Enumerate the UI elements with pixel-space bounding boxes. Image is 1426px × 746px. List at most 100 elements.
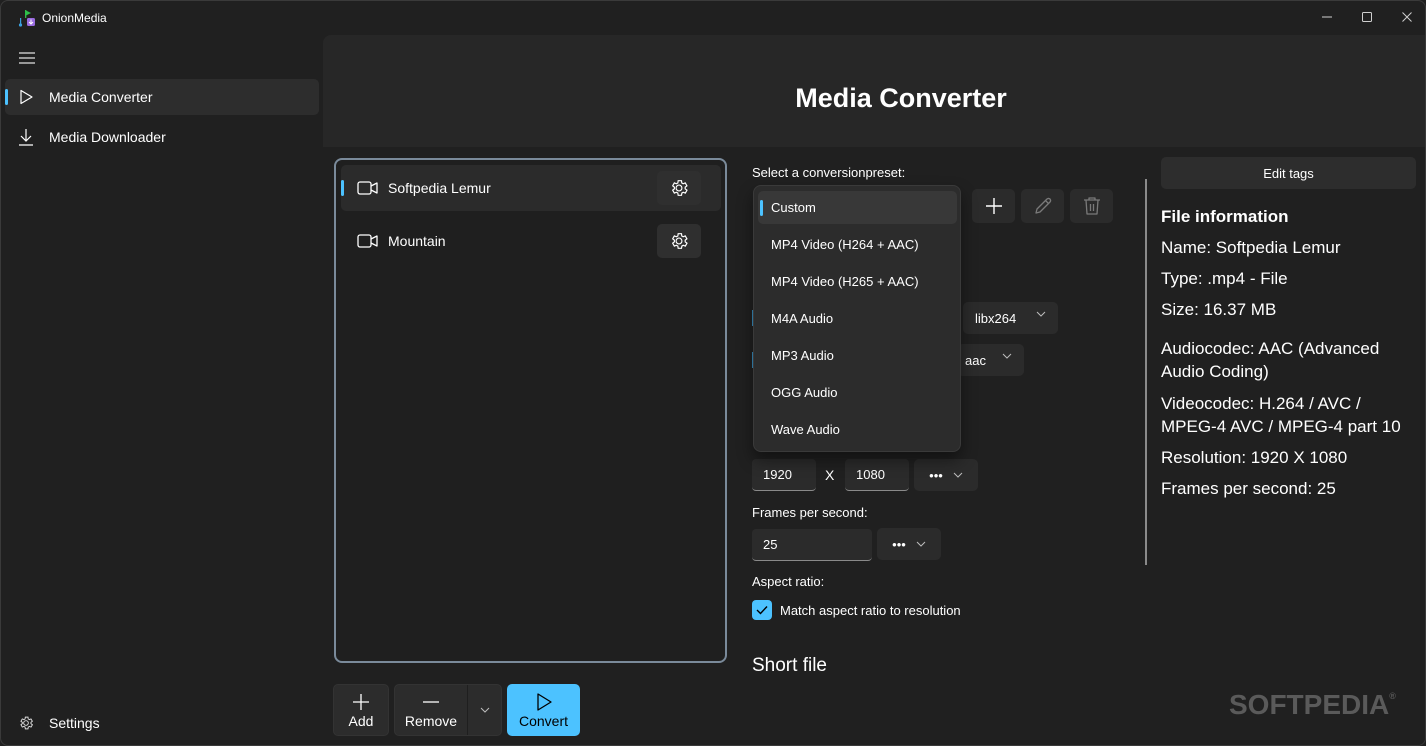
page-header: Media Converter [323, 35, 1425, 147]
convert-label: Convert [518, 712, 569, 729]
preset-option-label: MP4 Video (H265 + AAC) [771, 274, 919, 289]
more-icon: ••• [929, 467, 943, 483]
preset-option-ogg[interactable]: OGG Audio [758, 376, 957, 409]
selection-indicator [341, 180, 344, 196]
file-info-name: Name: Softpedia Lemur [1161, 238, 1341, 257]
short-file-heading: Short file [752, 655, 827, 676]
preset-option-mp3[interactable]: MP3 Audio [758, 339, 957, 372]
file-info-audiocodec: Audiocodec: AAC (Advanced Audio Coding) [1161, 339, 1380, 381]
resolution-presets-dropdown[interactable]: ••• [914, 459, 978, 491]
settings-label: Settings [49, 715, 100, 731]
more-icon: ••• [892, 536, 906, 552]
edit-preset-button[interactable] [1021, 189, 1064, 223]
download-icon [17, 128, 35, 146]
file-info-fps: Frames per second: 25 [1161, 479, 1336, 498]
sidebar-item-media-converter[interactable]: Media Converter [5, 79, 319, 115]
match-aspect-ratio-label[interactable]: Match aspect ratio to resolution [780, 603, 961, 618]
preset-option-label: Custom [771, 200, 816, 215]
remove-options-button[interactable] [468, 685, 502, 735]
maximize-icon [1362, 12, 1372, 22]
file-list-item[interactable]: Mountain [341, 218, 721, 264]
video-codec-select[interactable]: libx264 [963, 302, 1058, 334]
preset-label: Select a conversionpreset: [752, 165, 906, 180]
convert-button[interactable]: Convert [507, 684, 580, 736]
fps-input[interactable]: 25 [752, 529, 872, 561]
hamburger-icon [19, 52, 35, 64]
preset-option-m4a[interactable]: M4A Audio [758, 302, 957, 335]
preset-option-label: MP4 Video (H264 + AAC) [771, 237, 919, 252]
vertical-divider [1145, 179, 1147, 565]
delete-preset-button[interactable] [1070, 189, 1113, 223]
chevron-down-icon [480, 707, 490, 713]
file-name: Mountain [388, 233, 446, 249]
trash-icon [1083, 197, 1100, 215]
video-camera-icon [357, 234, 378, 248]
file-list-item[interactable]: Softpedia Lemur [341, 165, 721, 211]
remove-split-button: Remove [394, 684, 502, 736]
plus-icon [985, 198, 1002, 214]
resolution-height-input[interactable]: 1080 [845, 459, 909, 491]
preset-option-wave[interactable]: Wave Audio [758, 413, 957, 446]
file-name: Softpedia Lemur [388, 180, 491, 196]
sidebar-item-settings[interactable]: Settings [5, 705, 319, 741]
minimize-icon [1322, 16, 1332, 18]
chevron-down-icon [1002, 353, 1012, 359]
sidebar-item-label: Media Converter [49, 89, 153, 105]
file-info-resolution: Resolution: 1920 X 1080 [1161, 448, 1348, 467]
video-camera-icon [357, 181, 378, 195]
fps-label: Frames per second: [752, 505, 868, 520]
preset-option-label: Wave Audio [771, 422, 840, 437]
file-info-videocodec: Videocodec: H.264 / AVC / MPEG-4 AVC / M… [1161, 394, 1401, 436]
match-aspect-ratio-checkbox[interactable] [752, 600, 772, 620]
file-info-type: Type: .mp4 - File [1161, 269, 1288, 288]
chevron-down-icon [953, 472, 963, 478]
video-codec-value: libx264 [975, 310, 1017, 326]
remove-label: Remove [404, 712, 458, 729]
play-icon [17, 88, 35, 106]
registered-mark: ® [1389, 691, 1396, 701]
file-settings-button[interactable] [657, 171, 701, 205]
title-bar: OnionMedia [1, 1, 1425, 35]
add-preset-button[interactable] [972, 189, 1015, 223]
preset-option-mp4-h264[interactable]: MP4 Video (H264 + AAC) [758, 228, 957, 261]
sidebar-item-media-downloader[interactable]: Media Downloader [5, 119, 319, 155]
app-title: OnionMedia [42, 11, 107, 25]
sidebar-item-label: Media Downloader [49, 129, 166, 145]
file-list: Softpedia Lemur Mountain [334, 158, 727, 663]
play-icon [535, 692, 553, 712]
resolution-separator: X [825, 467, 835, 483]
preset-option-custom[interactable]: Custom [758, 191, 957, 224]
resolution-width-input[interactable]: 1920 [752, 459, 816, 491]
add-button[interactable]: Add [333, 684, 389, 736]
fps-presets-dropdown[interactable]: ••• [877, 528, 941, 560]
add-label: Add [348, 712, 374, 729]
file-settings-button[interactable] [657, 224, 701, 258]
softpedia-watermark: SOFTPEDIA® [1229, 689, 1396, 721]
chevron-down-icon [1036, 311, 1046, 317]
chevron-down-icon [916, 541, 926, 547]
gear-icon [671, 233, 688, 249]
gear-icon [17, 714, 35, 732]
hamburger-menu-button[interactable] [13, 45, 41, 71]
close-icon [1402, 12, 1412, 22]
checkmark-icon [756, 606, 768, 615]
preset-option-label: OGG Audio [771, 385, 838, 400]
audio-codec-select[interactable]: aac [957, 344, 1024, 376]
pencil-icon [1034, 197, 1051, 214]
plus-icon [352, 692, 370, 712]
audio-codec-value: aac [965, 352, 986, 368]
preset-option-mp4-h265[interactable]: MP4 Video (H265 + AAC) [758, 265, 957, 298]
gear-icon [671, 180, 688, 196]
close-button[interactable] [1384, 1, 1425, 33]
selection-indicator [760, 200, 763, 216]
selection-indicator [5, 89, 8, 105]
app-window: OnionMedia Media Converter Media Downloa… [0, 0, 1426, 746]
file-info-size: Size: 16.37 MB [1161, 300, 1277, 319]
edit-tags-button[interactable]: Edit tags [1161, 157, 1416, 189]
file-info-title: File information [1161, 207, 1289, 226]
preset-option-label: MP3 Audio [771, 348, 834, 363]
aspect-ratio-label: Aspect ratio: [752, 574, 825, 589]
watermark-text: SOFTPEDIA [1229, 689, 1390, 720]
preset-option-label: M4A Audio [771, 311, 834, 326]
remove-button[interactable]: Remove [395, 685, 467, 735]
